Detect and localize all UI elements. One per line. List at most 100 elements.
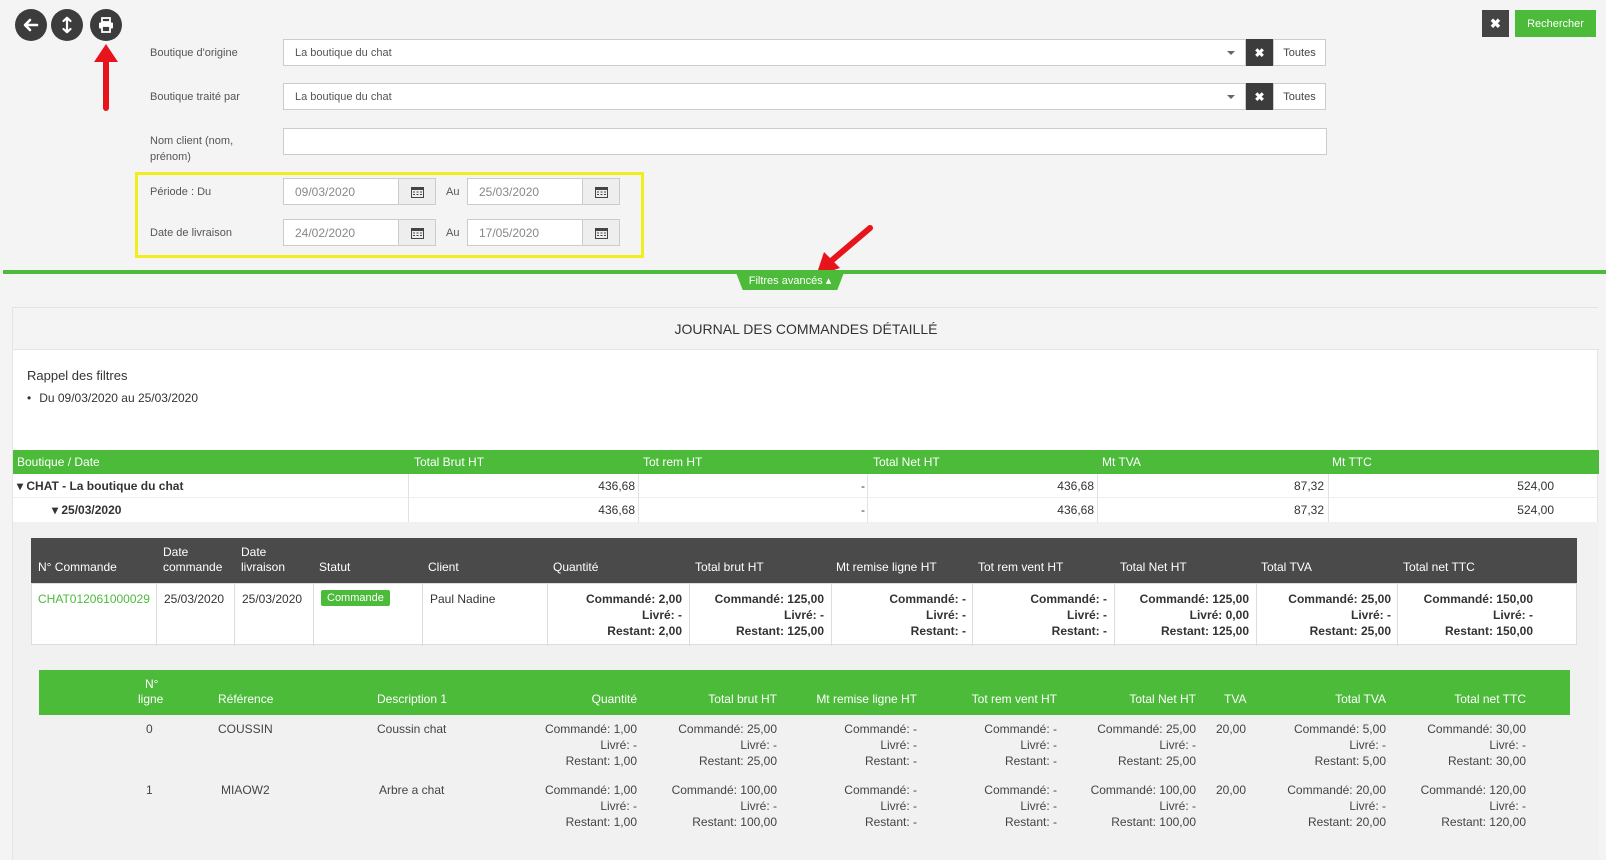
periode-from-input[interactable]: 09/03/2020 [283,178,399,205]
order-detail-area: N° Commande Date commande Date livraison… [13,522,1599,860]
line-remise-cell: Commandé: - Livré: - Restant: - [844,783,917,829]
order-header-col: Total brut HT [695,560,764,574]
summary-cell: 436,68 [1057,479,1094,493]
line-header-col: Quantité [591,692,637,706]
calendar-icon [410,227,424,239]
print-icon [99,17,113,33]
order-header-col: Client [428,560,459,574]
order-client: Paul Nadine [430,592,496,606]
line-row: 1 MIAOW2 Arbre a chat Commandé: 1,00 Livr… [39,782,1570,842]
summary-header-col: Mt TTC [1332,455,1372,469]
livraison-from-input[interactable]: 24/02/2020 [283,219,399,246]
order-header-col: Date [163,545,189,559]
status-badge: Commande [321,589,390,606]
boutique-traite-clear-button[interactable]: ✖ [1246,83,1273,110]
periode-to-input[interactable]: 25/03/2020 [467,178,583,205]
periode-label: Période : Du [150,186,212,198]
line-header-col: TVA [1224,692,1247,706]
line-tva: 20,00 [1216,783,1247,797]
summary-cell: 524,00 [1517,479,1554,493]
livraison-to-calendar-button[interactable] [582,219,620,246]
summary-header-col: Boutique / Date [17,455,100,469]
order-qty-cell: Commandé: 2,00 Livré: - Restant: 2,00 [585,592,682,638]
summary-row-date[interactable]: ▾ 25/03/2020 436,68 - 436,68 87,32 524,0… [13,498,1599,522]
order-header-col: Mt remise ligne HT [836,560,937,574]
livraison-au-label: Au [446,227,460,239]
report-title: JOURNAL DES COMMANDES DÉTAILLÉ [13,308,1599,350]
rappel-item: Du 09/03/2020 au 25/03/2020 [27,391,198,405]
boutique-origine-clear-button[interactable]: ✖ [1246,39,1273,66]
line-tva: 20,00 [1216,722,1247,736]
nom-client-label-line1: Nom client (nom, [150,135,234,147]
arrow-left-icon [23,18,39,32]
line-ttva-cell: Commandé: 5,00 Livré: - Restant: 5,00 [1293,722,1386,768]
line-ttva-cell: Commandé: 20,00 Livré: - Restant: 20,00 [1287,783,1386,829]
line-header-col: Référence [218,692,274,706]
order-date-commande: 25/03/2020 [164,592,225,606]
line-header-col: Description 1 [377,692,448,706]
livraison-to-input[interactable]: 17/05/2020 [467,219,583,246]
summary-header-col: Tot rem HT [643,455,703,469]
boutique-origine-value: La boutique du chat [295,46,392,59]
search-button[interactable]: Rechercher [1515,10,1596,37]
expand-button[interactable] [51,9,83,41]
line-remvent-cell: Commandé: - Livré: - Restant: - [984,722,1057,768]
line-header-col: Mt remise ligne HT [816,692,917,706]
nom-client-label-line2: prénom) [150,151,191,163]
order-header-col: Date [241,545,267,559]
order-header-col: Statut [319,560,351,574]
boutique-traite-select[interactable]: La boutique du chat [283,83,1246,110]
nom-client-input[interactable] [283,128,1327,155]
line-ref: MIAOW2 [221,783,270,797]
boutique-traite-value: La boutique du chat [295,90,392,103]
order-header-col: Total TVA [1261,560,1312,574]
summary-cell: 524,00 [1517,503,1554,517]
summary-cell: 436,68 [598,479,635,493]
clear-all-button[interactable]: ✖ [1482,10,1509,37]
line-brut-cell: Commandé: 25,00 Livré: - Restant: 25,00 [678,722,777,768]
chevron-down-icon [1227,95,1235,99]
summary-row-label: ▾ 25/03/2020 [52,503,122,517]
summary-row-label: ▾ CHAT - La boutique du chat [17,479,184,493]
line-qty-cell: Commandé: 1,00 Livré: - Restant: 1,00 [544,783,637,829]
summary-cell: 87,32 [1293,503,1324,517]
periode-from-calendar-button[interactable] [398,178,436,205]
order-remise-cell: Commandé: - Livré: - Restant: - [889,592,966,638]
order-row: CHAT012061000029 25/03/2020 25/03/2020 C… [31,583,1577,646]
report: JOURNAL DES COMMANDES DÉTAILLÉ Rappel de… [12,307,1599,860]
summary-cell: 436,68 [598,503,635,517]
livraison-from-calendar-button[interactable] [398,219,436,246]
boutique-origine-label: Boutique d'origine [150,47,238,59]
summary-header-col: Total Brut HT [414,455,485,469]
filter-panel: ✖ Rechercher Boutique d'origine La bouti… [0,0,1606,276]
summary-header-col: Total Net HT [873,455,940,469]
periode-au-label: Au [446,186,460,198]
order-number-link[interactable]: CHAT012061000029 [38,591,150,607]
order-ttc-cell: Commandé: 150,00 Livré: - Restant: 150,00 [1423,592,1533,638]
nom-client-label: Nom client (nom, prénom) [150,133,233,165]
line-qty-cell: Commandé: 1,00 Livré: - Restant: 1,00 [544,722,637,768]
order-header-col: Total net TTC [1403,560,1475,574]
annotation-arrow-up [94,44,118,111]
boutique-traite-all-button[interactable]: Toutes [1273,83,1326,110]
order-brut-cell: Commandé: 125,00 Livré: - Restant: 125,00 [714,592,824,638]
periode-to-calendar-button[interactable] [582,178,620,205]
rappel-title: Rappel des filtres [27,368,128,383]
line-desc: Coussin chat [377,722,447,736]
page: ✖ Rechercher Boutique d'origine La bouti… [0,0,1606,860]
summary-header: Boutique / Date Total Brut HT Tot rem HT… [13,450,1599,474]
boutique-origine-all-button[interactable]: Toutes [1273,39,1326,66]
back-button[interactable] [15,9,47,41]
order-header-col: N° Commande [38,560,117,574]
order-date-livraison: 25/03/2020 [242,592,303,606]
line-row: 0 COUSSIN Coussin chat Commandé: 1,00 Liv… [39,721,1570,781]
print-button[interactable] [90,9,122,41]
advanced-filters-toggle[interactable]: Filtres avancés ▴ [735,270,845,290]
summary-cell: - [861,479,865,493]
boutique-origine-select[interactable]: La boutique du chat [283,39,1246,66]
line-remvent-cell: Commandé: - Livré: - Restant: - [984,783,1057,829]
summary-row-boutique[interactable]: ▾ CHAT - La boutique du chat 436,68 - 43… [13,474,1599,498]
close-icon: ✖ [1254,45,1265,60]
order-table-header: N° Commande Date commande Date livraison… [31,538,1577,583]
line-header-col: Total net TTC [1454,692,1526,706]
